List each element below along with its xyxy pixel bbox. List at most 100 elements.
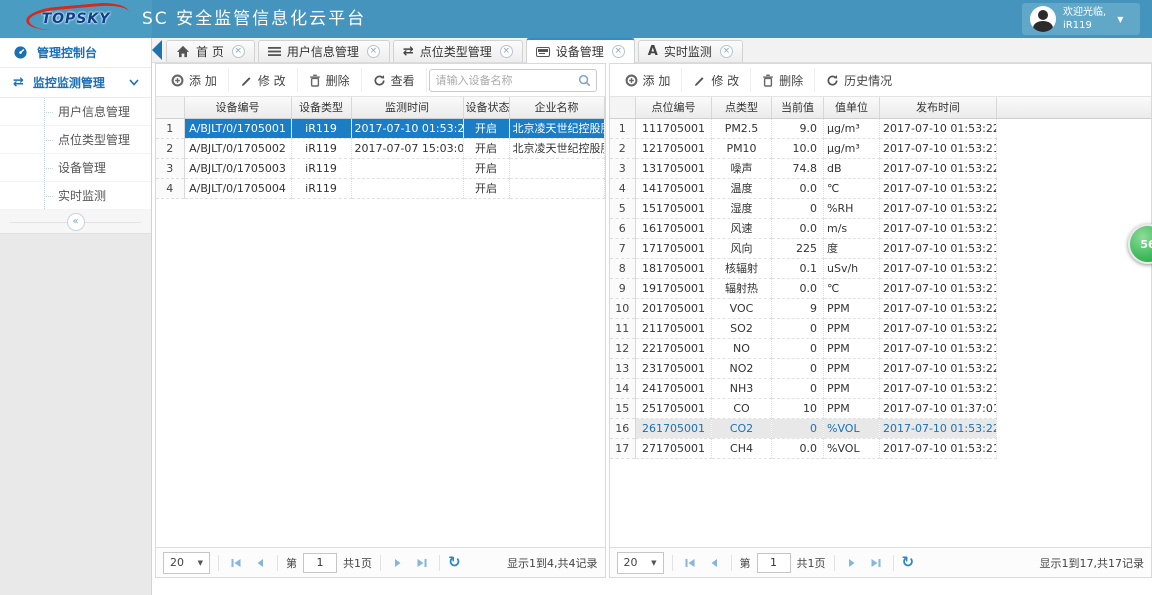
refresh-icon[interactable]: ↻ [448,555,461,570]
next-page-button[interactable] [389,554,407,572]
column-header[interactable]: 设备类型 [291,97,352,119]
table-cell: 开启 [463,178,510,199]
table-cell: CH4 [711,438,772,459]
tab-bar: 首 页 × 用户信息管理 × ⇄ 点位类型管理 × 设备管理 × A 实时监测 … [152,38,1152,63]
last-page-button[interactable] [413,554,431,572]
table-cell: CO2 [711,418,772,439]
table-row[interactable]: 4 141705001 温度 0.0 ℃ 2017-07-10 01:53:22 [609,178,997,199]
table-row[interactable]: 3 A/BJLT/0/1705003 iR119 开启 [156,158,605,179]
table-row[interactable]: 13 231705001 NO2 0 PPM 2017-07-10 01:53:22 [609,358,997,379]
table-row[interactable]: 15 251705001 CO 10 PPM 2017-07-10 01:37:01 [609,398,997,419]
column-header[interactable]: 值单位 [823,97,880,119]
page-size-select[interactable]: 20 ▼ [616,551,664,574]
refresh-icon[interactable]: ↻ [902,555,915,570]
table-row[interactable]: 12 221705001 NO 0 PPM 2017-07-10 01:53:21 [609,338,997,359]
add-button[interactable]: 添 加 [614,68,682,92]
tab-point-type[interactable]: ⇄ 点位类型管理 × [392,40,523,62]
next-page-button[interactable] [843,554,861,572]
table-row[interactable]: 10 201705001 VOC 9 PPM 2017-07-10 01:53:22 [609,298,997,319]
table-cell: 2017-07-10 01:53:21 [879,438,997,459]
delete-button[interactable]: 删除 [296,68,361,92]
column-header[interactable]: 点类型 [711,97,772,119]
sidebar-item-device-mgmt[interactable]: 设备管理 [0,154,151,182]
user-menu[interactable]: 欢迎光临, iR119 ▼ [1022,3,1140,35]
table-row[interactable]: 6 161705001 风速 0.0 m/s 2017-07-10 01:53:21 [609,218,997,239]
column-header[interactable]: 当前值 [771,97,824,119]
reload-icon [373,74,386,87]
table-row[interactable]: 2 A/BJLT/0/1705002 iR119 2017-07-07 15:03:0… [156,138,605,159]
table-row[interactable]: 17 271705001 CH4 0.0 %VOL 2017-07-10 01:53:21 [609,438,997,459]
row-number: 2 [609,138,636,159]
topsky-logo: TOPSKY [0,0,152,38]
table-row[interactable]: 2 121705001 PM10 10.0 μg/m³ 2017-07-10 01:53:… [609,138,997,159]
table-row[interactable]: 4 A/BJLT/0/1705004 iR119 开启 [156,178,605,199]
table-cell: 161705001 [635,218,712,239]
close-icon[interactable]: × [719,45,733,58]
prev-page-button[interactable] [251,554,269,572]
table-cell: PM10 [711,138,772,159]
close-icon[interactable]: × [366,45,380,58]
column-header[interactable]: 企业名称 [509,97,605,119]
sidebar-item-point-type[interactable]: 点位类型管理 [0,126,151,154]
search-input[interactable] [429,74,578,87]
first-page-button[interactable] [227,554,245,572]
table-row[interactable]: 14 241705001 NH3 0 PPM 2017-07-10 01:53:21 [609,378,997,399]
table-row[interactable]: 1 A/BJLT/0/1705001 iR119 2017-07-10 01:53:2… [156,118,605,139]
close-icon[interactable]: × [499,45,513,58]
table-row[interactable]: 3 131705001 噪声 74.8 dB 2017-07-10 01:53:22 [609,158,997,179]
row-number: 5 [609,198,636,219]
tab-device-mgmt[interactable]: 设备管理 × [525,38,635,63]
table-cell: 噪声 [711,158,772,179]
page-number-input[interactable] [756,552,791,573]
delete-button[interactable]: 删除 [750,68,814,92]
column-header[interactable]: 设备状态 [463,97,510,119]
table-row[interactable]: 9 191705001 辐射热 0.0 ℃ 2017-07-10 01:53:21 [609,278,997,299]
table-row[interactable]: 5 151705001 湿度 0 %RH 2017-07-10 01:53:22 [609,198,997,219]
table-cell: 湿度 [711,198,772,219]
prev-page-button[interactable] [705,554,723,572]
tab-realtime[interactable]: A 实时监测 × [637,40,743,62]
table-cell: 225 [771,238,824,259]
column-header[interactable]: 设备编号 [184,97,292,119]
table-row[interactable]: 7 171705001 风向 225 度 2017-07-10 01:53:21 [609,238,997,259]
chevron-down-icon [129,79,139,86]
last-page-button[interactable] [867,554,885,572]
chevron-down-icon[interactable]: ▼ [1117,15,1123,24]
view-button[interactable]: 查看 [360,68,426,92]
close-icon[interactable]: × [231,45,245,58]
close-icon[interactable]: × [611,45,625,58]
table-row[interactable]: 8 181705001 核辐射 0.1 uSv/h 2017-07-10 01:53:21 [609,258,997,279]
sidebar-group-monitoring[interactable]: ⇄ 监控监测管理 [0,68,151,98]
tab-home[interactable]: 首 页 × [166,40,255,62]
sidebar-toggle-arrow-icon[interactable] [152,40,162,60]
table-row[interactable]: 1 111705001 PM2.5 9.0 μg/m³ 2017-07-10 01:53:… [609,118,997,139]
row-number: 1 [156,118,185,139]
history-button[interactable]: 历史情况 [814,68,903,92]
sidebar-item-user-info[interactable]: 用户信息管理 [0,98,151,126]
sidebar-group-label: 监控监测管理 [32,76,105,90]
add-button[interactable]: 添 加 [160,68,228,92]
page-number-input[interactable] [303,552,337,573]
edit-button[interactable]: 修 改 [681,68,750,92]
list-icon [267,46,281,57]
row-number: 2 [156,138,185,159]
column-header[interactable]: 监测时间 [351,97,464,119]
first-page-button[interactable] [681,554,699,572]
edit-button[interactable]: 修 改 [227,68,297,92]
tab-user-info[interactable]: 用户信息管理 × [257,40,390,62]
collapse-icon[interactable]: « [66,212,85,231]
table-cell: 10.0 [771,138,824,159]
table-cell: 9.0 [771,118,824,139]
sidebar-item-console[interactable]: 管理控制台 [0,38,151,68]
table-cell: 261705001 [635,418,712,439]
search-icon[interactable] [578,74,596,87]
table-cell: 2017-07-10 01:53:21 [879,238,997,259]
column-header[interactable]: 点位编号 [635,97,712,119]
sidebar-item-realtime[interactable]: 实时监测 [0,182,151,210]
table-row[interactable]: 16 261705001 CO2 0 %VOL 2017-07-10 01:53:22 [609,418,997,439]
table-cell: 2017-07-10 01:53:22 [879,198,997,219]
table-row[interactable]: 11 211705001 SO2 0 PPM 2017-07-10 01:53:22 [609,318,997,339]
table-cell: 0 [771,418,824,439]
page-size-select[interactable]: 20 ▼ [163,551,210,574]
column-header[interactable]: 发布时间 [879,97,997,119]
